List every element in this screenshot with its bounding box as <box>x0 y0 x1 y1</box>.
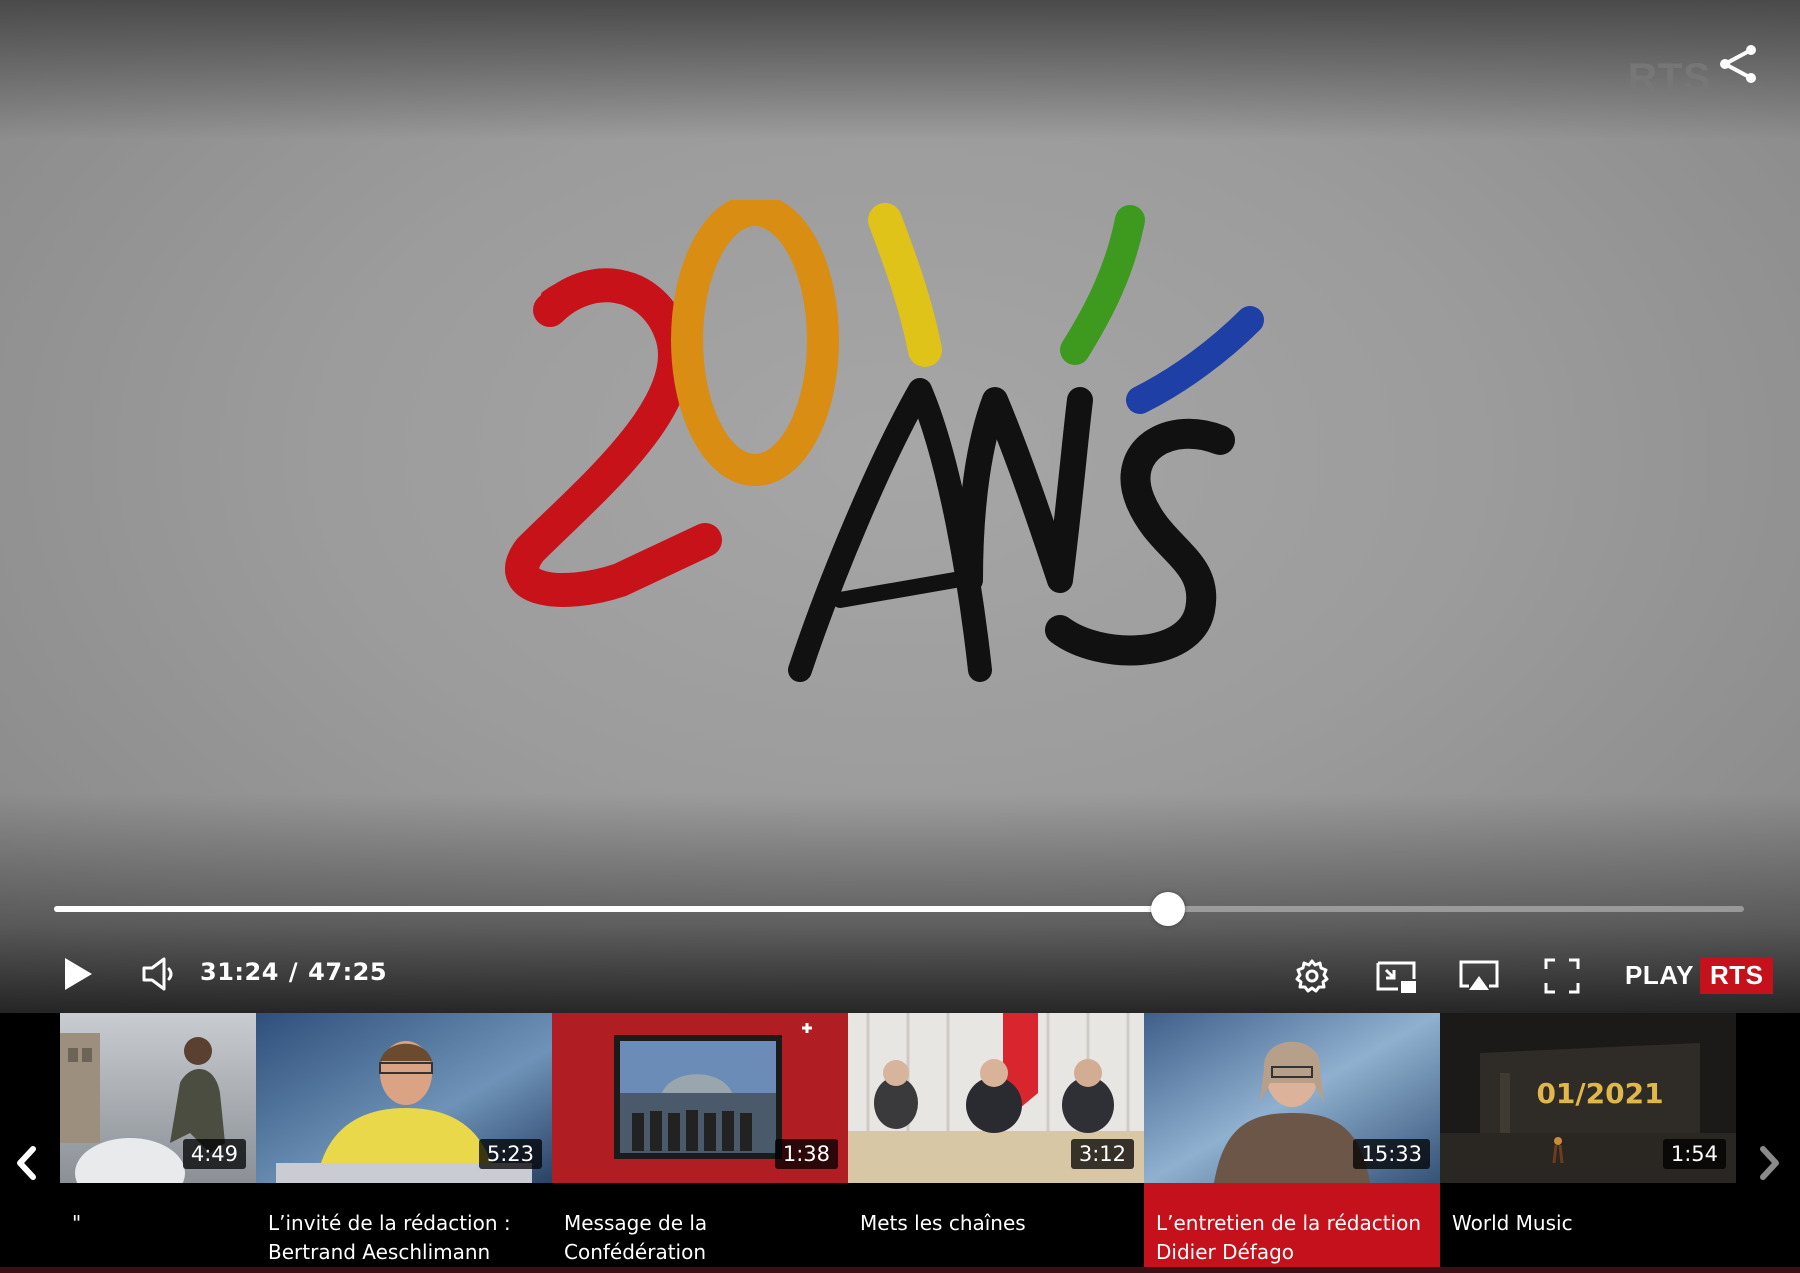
card-thumbnail-text: 01/2021 <box>1536 1077 1663 1110</box>
card-duration: 1:54 <box>1662 1139 1726 1169</box>
playlist-card[interactable]: 4:49 " <box>60 1013 256 1267</box>
card-title-line: Bertrand Aeschlimann <box>268 1240 491 1264</box>
play-button[interactable] <box>56 952 100 996</box>
airplay-button[interactable] <box>1456 954 1502 998</box>
card-title: World Music <box>1440 1183 1736 1267</box>
video-frame[interactable]: RTS 31:24 / 47:25 PLAY RTS <box>0 0 1800 1013</box>
playlist-card[interactable]: 1:38 Message de la Confédération <box>552 1013 848 1267</box>
time-display: 31:24 / 47:25 <box>200 958 387 986</box>
play-icon <box>65 958 92 990</box>
playlist-card-active[interactable]: 15:33 L’entretien de la rédaction : Didi… <box>1144 1013 1440 1267</box>
share-icon <box>1720 45 1756 83</box>
airplay-icon <box>1459 960 1499 990</box>
playlist-cards: 4:49 " 5:23 L’invité de la rédaction: B… <box>60 1013 1736 1267</box>
chevron-right-icon <box>1760 1146 1779 1180</box>
prev-button[interactable] <box>6 1133 46 1193</box>
fullscreen-button[interactable] <box>1540 954 1584 998</box>
playlist-card[interactable]: 3:12 Mets les chaînes <box>848 1013 1144 1267</box>
card-title-line: Message de la <box>564 1211 708 1235</box>
gear-icon <box>1295 959 1329 993</box>
card-title: Mets les chaînes <box>848 1183 1144 1267</box>
card-title: L’entretien de la rédaction : Didier Déf… <box>1144 1183 1440 1267</box>
brand-rts-text: RTS <box>1699 956 1774 994</box>
progress-handle[interactable] <box>1150 892 1185 926</box>
next-button[interactable] <box>1750 1133 1790 1193</box>
card-duration: 4:49 <box>182 1139 246 1169</box>
play-rts-logo[interactable]: PLAY RTS <box>1625 956 1774 994</box>
card-title-line: L’invité de la rédaction : <box>268 1211 511 1235</box>
strip-bottom-bar <box>0 1267 1800 1273</box>
card-title-line: Confédération <box>564 1240 707 1264</box>
card-title-line: World Music <box>1452 1211 1573 1235</box>
chevron-left-icon <box>17 1146 36 1180</box>
card-title-line: Mets les chaînes <box>860 1211 1026 1235</box>
picture-in-picture-icon <box>1376 961 1416 993</box>
settings-button[interactable] <box>1290 954 1334 998</box>
progress-played <box>54 906 1168 912</box>
playlist-card[interactable]: 5:23 L’invité de la rédaction : Bertrand… <box>256 1013 552 1267</box>
playlist-card[interactable]: 01/2021 1:54 World Music <box>1440 1013 1736 1267</box>
card-title: L’invité de la rédaction : Bertrand Aesc… <box>256 1183 552 1267</box>
card-duration: 3:12 <box>1070 1139 1134 1169</box>
card-title-line: L’entretien de la rédaction : <box>1156 1211 1428 1235</box>
top-gradient <box>0 0 1800 140</box>
channel-watermark: RTS <box>1628 56 1711 100</box>
total-time: 47:25 <box>308 958 388 986</box>
card-title: Message de la Confédération <box>552 1183 848 1267</box>
brand-play-text: PLAY <box>1625 959 1694 990</box>
time-separator: / <box>288 958 299 986</box>
volume-icon <box>142 957 173 991</box>
related-videos-strip: 4:49 " 5:23 L’invité de la rédaction: B… <box>0 1013 1800 1273</box>
current-time: 31:24 <box>200 958 279 986</box>
card-title-line: " <box>72 1211 82 1235</box>
card-duration: 5:23 <box>478 1139 542 1169</box>
anniversary-logo <box>505 200 1264 682</box>
volume-button[interactable] <box>136 952 180 996</box>
card-title-line: Didier Défago <box>1156 1240 1295 1264</box>
card-duration: 1:38 <box>774 1139 838 1169</box>
fullscreen-icon <box>1544 958 1580 994</box>
card-title: " <box>60 1183 256 1267</box>
pip-button[interactable] <box>1372 954 1420 998</box>
progress-bar[interactable] <box>54 892 1744 926</box>
share-button[interactable] <box>1712 38 1764 90</box>
card-duration: 15:33 <box>1353 1139 1430 1169</box>
